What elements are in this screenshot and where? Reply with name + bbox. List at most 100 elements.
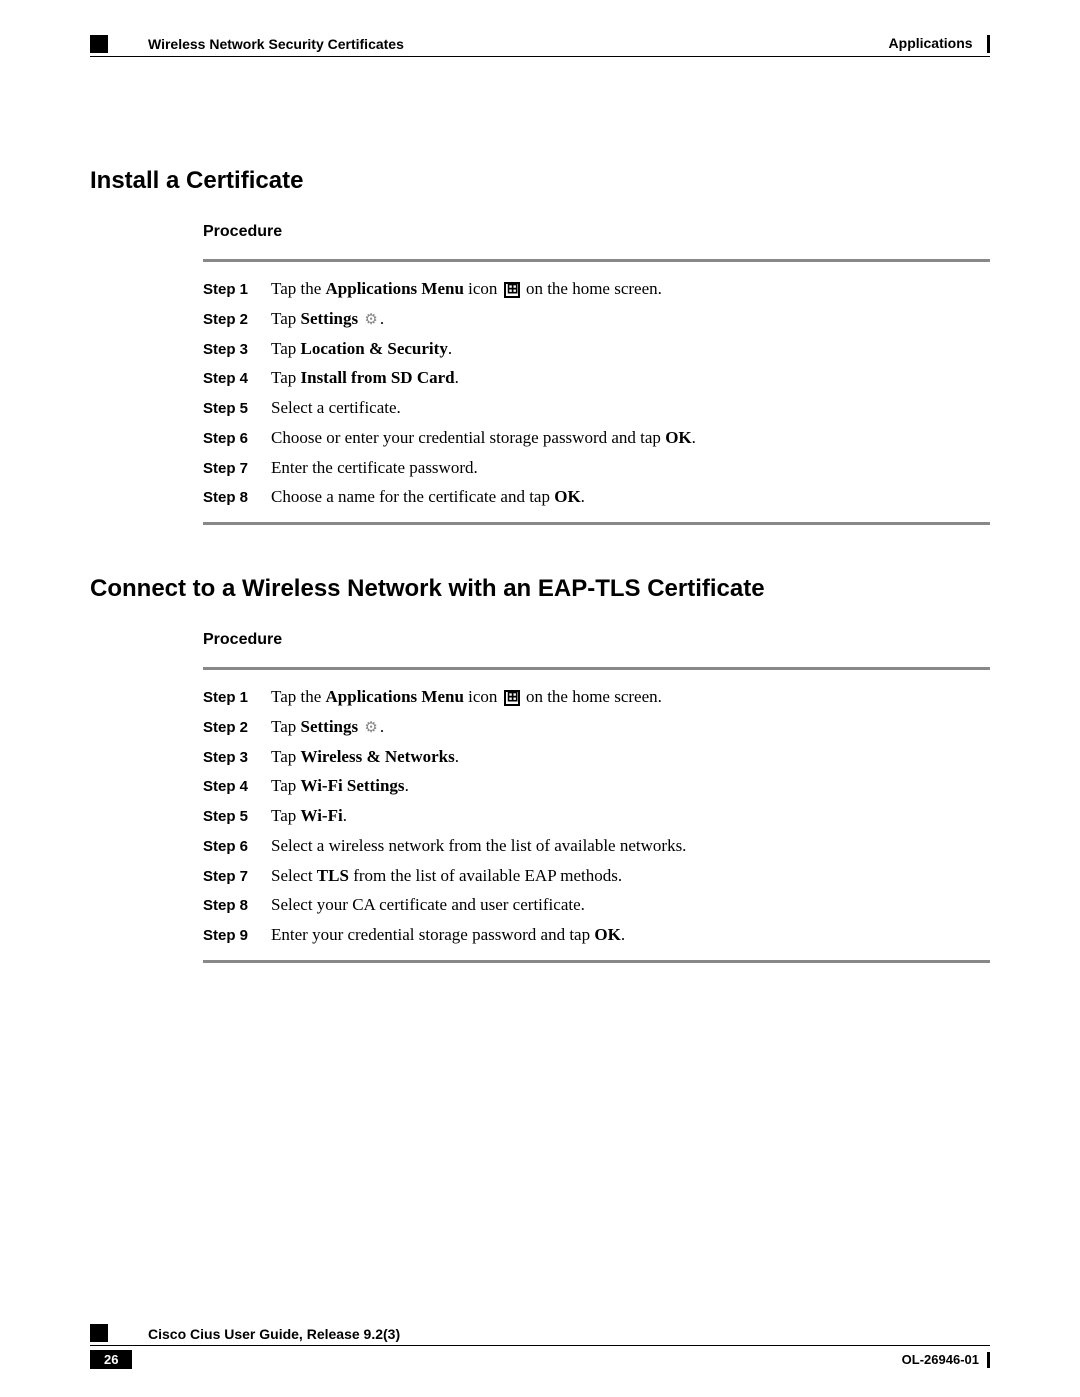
text: Tap the [271,687,326,706]
step-row: Step 3Tap Wireless & Networks. [203,742,990,772]
footer-marker-icon [90,1324,108,1342]
step-row: Step 7Select TLS from the list of availa… [203,861,990,891]
text: from the list of available EAP methods. [349,866,622,885]
bold-text: Wi-Fi [301,806,343,825]
step-label: Step 7 [203,456,271,482]
step-row: Step 2Tap Settings ⚙. [203,304,990,334]
bold-text: Applications Menu [326,279,464,298]
text: . [448,339,452,358]
text: Select a wireless network from the list … [271,836,686,855]
procedure-rule-bottom [203,960,990,963]
footer-bar-icon [987,1352,990,1368]
bold-text: OK [594,925,620,944]
step-row: Step 8Choose a name for the certificate … [203,482,990,512]
text: . [581,487,585,506]
step-text: Choose a name for the certificate and ta… [271,482,585,512]
text: Tap [271,339,301,358]
step-text: Enter the certificate password. [271,453,478,483]
bold-text: Wi-Fi Settings [301,776,405,795]
step-label: Step 5 [203,396,271,422]
doc-id: OL-26946-01 [902,1352,979,1367]
step-row: Step 4Tap Install from SD Card. [203,363,990,393]
step-text: Tap the Applications Menu icon on the ho… [271,682,662,712]
step-row: Step 8Select your CA certificate and use… [203,890,990,920]
procedure-rule-top [203,259,990,262]
chapter-label: Applications [889,35,973,51]
bold-text: TLS [317,866,349,885]
step-label: Step 2 [203,715,271,741]
breadcrumb: Wireless Network Security Certificates [148,36,404,52]
page-number: 26 [90,1350,132,1369]
step-label: Step 5 [203,804,271,830]
text: Tap [271,776,301,795]
header-rule [90,56,990,57]
step-row: Step 9Enter your credential storage pass… [203,920,990,950]
text: Enter the certificate password. [271,458,478,477]
procedure-rule-bottom [203,522,990,525]
section-title: Install a Certificate [90,167,990,195]
bold-text: OK [665,428,691,447]
step-text: Select a certificate. [271,393,401,423]
step-label: Step 9 [203,923,271,949]
step-label: Step 6 [203,426,271,452]
step-row: Step 2Tap Settings ⚙. [203,712,990,742]
step-label: Step 1 [203,685,271,711]
step-label: Step 3 [203,337,271,363]
text: . [343,806,347,825]
text: on the home screen. [522,279,662,298]
text: Choose or enter your credential storage … [271,428,665,447]
step-label: Step 4 [203,774,271,800]
step-row: Step 7Enter the certificate password. [203,453,990,483]
step-label: Step 4 [203,366,271,392]
settings-gear-icon: ⚙ [364,307,377,333]
text: Select [271,866,317,885]
step-text: Tap Settings ⚙. [271,712,384,742]
text: . [455,747,459,766]
section-title: Connect to a Wireless Network with an EA… [90,575,990,603]
bold-text: Wireless & Networks [301,747,455,766]
step-label: Step 3 [203,745,271,771]
step-row: Step 5Tap Wi-Fi. [203,801,990,831]
step-row: Step 6Select a wireless network from the… [203,831,990,861]
procedure-label: Procedure [203,631,990,649]
page-header: Wireless Network Security Certificates A… [90,35,990,53]
text: Choose a name for the certificate and ta… [271,487,554,506]
text: . [405,776,409,795]
text: Enter your credential storage password a… [271,925,594,944]
step-label: Step 7 [203,864,271,890]
step-label: Step 8 [203,893,271,919]
bold-text: Settings [301,309,359,328]
text [358,309,362,328]
bold-text: Install from SD Card [301,368,455,387]
step-text: Enter your credential storage password a… [271,920,625,950]
step-label: Step 8 [203,485,271,511]
bold-text: Applications Menu [326,687,464,706]
text: . [455,368,459,387]
step-row: Step 3Tap Location & Security. [203,334,990,364]
step-text: Choose or enter your credential storage … [271,423,696,453]
step-row: Step 4Tap Wi-Fi Settings. [203,771,990,801]
applications-menu-icon [504,282,520,298]
step-text: Select a wireless network from the list … [271,831,686,861]
step-label: Step 6 [203,834,271,860]
step-text: Tap Wireless & Networks. [271,742,459,772]
step-label: Step 2 [203,307,271,333]
step-text: Tap Wi-Fi Settings. [271,771,409,801]
step-text: Tap Location & Security. [271,334,452,364]
step-text: Tap Wi-Fi. [271,801,347,831]
step-label: Step 1 [203,277,271,303]
step-text: Tap Install from SD Card. [271,363,459,393]
procedure-label: Procedure [203,223,990,241]
text [358,717,362,736]
text: Tap [271,717,301,736]
text: icon [464,687,502,706]
header-bar-icon [987,35,990,53]
step-row: Step 1Tap the Applications Menu icon on … [203,274,990,304]
step-row: Step 1Tap the Applications Menu icon on … [203,682,990,712]
text: . [380,309,384,328]
page-footer: Cisco Cius User Guide, Release 9.2(3) 26… [90,1324,990,1369]
text: . [692,428,696,447]
applications-menu-icon [504,690,520,706]
text: . [380,717,384,736]
footer-doc-title: Cisco Cius User Guide, Release 9.2(3) [148,1326,400,1342]
